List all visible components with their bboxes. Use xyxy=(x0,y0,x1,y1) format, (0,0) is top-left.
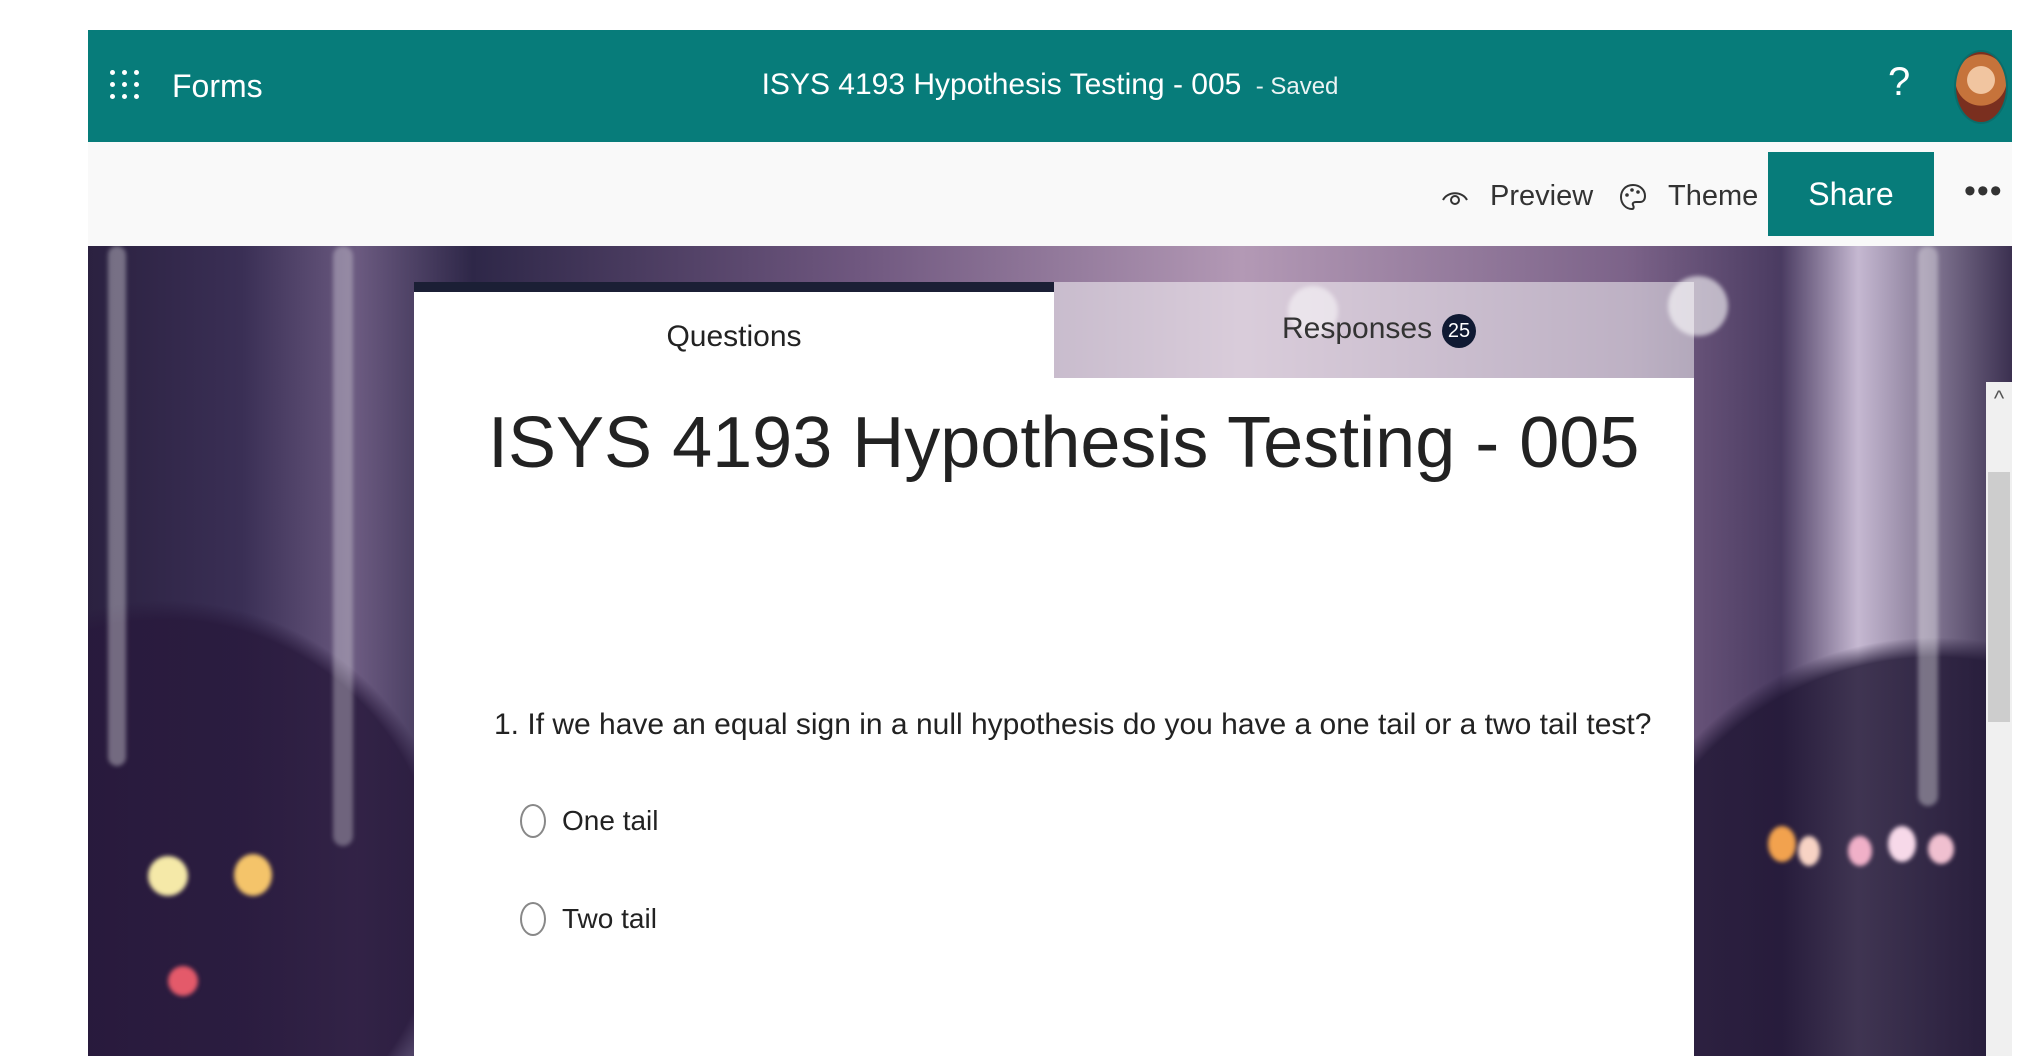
option-label: Two tail xyxy=(562,903,657,934)
form-card: ISYS 4193 Hypothesis Testing - 005 1. If… xyxy=(414,378,1694,1056)
palette-icon xyxy=(1619,183,1647,210)
help-icon[interactable]: ? xyxy=(1888,60,1910,105)
avatar[interactable] xyxy=(1954,50,2008,124)
form-tabs: Questions Responses 25 xyxy=(414,274,1694,378)
tab-responses[interactable]: Responses 25 xyxy=(1054,282,1694,378)
vertical-scrollbar[interactable]: ^ xyxy=(1986,382,2012,1056)
responses-count-badge: 25 xyxy=(1442,314,1476,348)
tab-questions-label: Questions xyxy=(666,320,802,353)
top-bar: Forms ISYS 4193 Hypothesis Testing - 005… xyxy=(88,30,2012,142)
option-one-tail[interactable]: One tail xyxy=(520,804,659,838)
more-options-icon[interactable]: ••• xyxy=(1964,172,2003,211)
document-title: ISYS 4193 Hypothesis Testing - 005 - Sav… xyxy=(88,68,2012,102)
document-title-text: ISYS 4193 Hypothesis Testing - 005 xyxy=(761,68,1242,101)
eye-icon xyxy=(1442,191,1468,205)
form-title[interactable]: ISYS 4193 Hypothesis Testing - 005 xyxy=(488,402,1639,484)
option-label: One tail xyxy=(562,805,659,836)
theme-label: Theme xyxy=(1668,180,1759,212)
forms-editor-window: Forms ISYS 4193 Hypothesis Testing - 005… xyxy=(88,30,2012,1056)
command-bar: Preview Theme Share ••• xyxy=(88,142,2012,246)
question-text[interactable]: 1. If we have an equal sign in a null hy… xyxy=(494,708,1651,742)
option-two-tail[interactable]: Two tail xyxy=(520,902,657,936)
theme-button[interactable]: Theme xyxy=(1618,180,1758,213)
radio-button[interactable] xyxy=(520,804,546,838)
scroll-up-arrow[interactable]: ^ xyxy=(1986,382,2012,416)
tab-responses-label: Responses xyxy=(1282,312,1433,345)
preview-button[interactable]: Preview xyxy=(1440,180,1593,213)
radio-button[interactable] xyxy=(520,902,546,936)
scroll-thumb[interactable] xyxy=(1988,472,2010,722)
share-button[interactable]: Share xyxy=(1768,152,1934,236)
tab-questions[interactable]: Questions xyxy=(414,282,1054,378)
preview-label: Preview xyxy=(1490,180,1594,212)
save-status: - Saved xyxy=(1255,73,1339,100)
